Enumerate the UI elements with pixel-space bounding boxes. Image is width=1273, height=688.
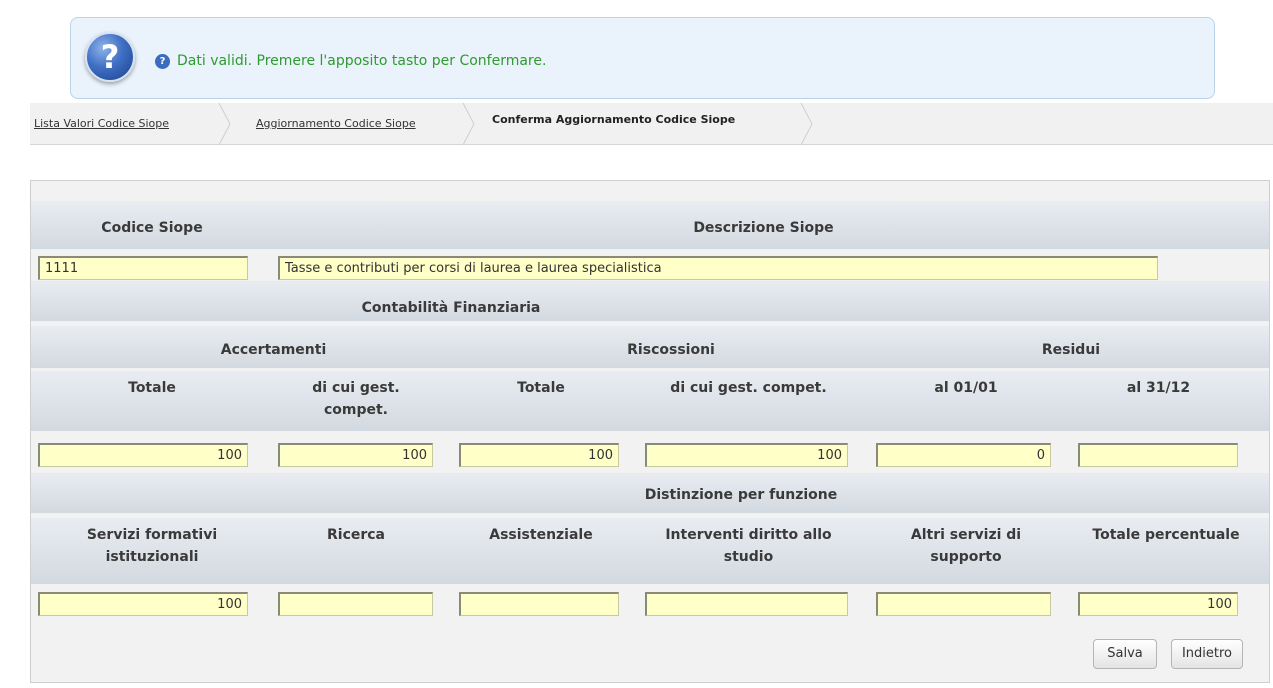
- header-row-groups: Accertamenti Riscossioni Residui: [31, 326, 1269, 368]
- ricerca-input[interactable]: [278, 592, 433, 616]
- riscossioni-totale-input[interactable]: [459, 443, 619, 467]
- header-row-cols2: Servizi formativi istituzionali Ricerca …: [31, 518, 1269, 584]
- header-row-contabilita: Contabilità Finanziaria: [31, 281, 1269, 321]
- col-residui-3112: al 31/12: [1126, 380, 1191, 396]
- riscossioni-label: Riscossioni: [627, 342, 715, 358]
- descrizione-siope-label: Descrizione Siope: [693, 220, 834, 236]
- totale-percentuale-input[interactable]: [1078, 592, 1238, 616]
- col-totale-percentuale: Totale percentuale: [1092, 527, 1240, 543]
- accertamenti-label: Accertamenti: [220, 342, 327, 358]
- residui-3112-input[interactable]: [1078, 443, 1238, 467]
- message-box: ? ? Dati validi. Premere l'apposito tast…: [70, 17, 1215, 99]
- info-question-icon: ?: [155, 54, 170, 69]
- distinzione-funzione-label: Distinzione per funzione: [644, 487, 838, 503]
- descrizione-siope-input[interactable]: [278, 256, 1158, 280]
- breadcrumb-item-aggiornamento[interactable]: Aggiornamento Codice Siope: [256, 103, 416, 145]
- riscossioni-compet-input[interactable]: [645, 443, 848, 467]
- breadcrumb-separator: [800, 103, 813, 145]
- col-assistenziale: Assistenziale: [489, 527, 593, 543]
- col-interventi-diritto-studio: Interventi diritto allo studio: [665, 527, 832, 565]
- col-altri-servizi: Altri servizi di supporto: [910, 527, 1022, 565]
- breadcrumb-separator: [218, 103, 231, 145]
- col-gest-compet-riscossioni: di cui gest. compet.: [670, 380, 827, 396]
- message-text: Dati validi. Premere l'apposito tasto pe…: [177, 53, 547, 69]
- residui-label: Residui: [1041, 342, 1101, 358]
- breadcrumb: Lista Valori Codice Siope Aggiornamento …: [30, 103, 1273, 145]
- breadcrumb-link-lista[interactable]: Lista Valori Codice Siope: [34, 117, 169, 130]
- servizi-formativi-input[interactable]: [38, 592, 248, 616]
- back-button[interactable]: Indietro: [1171, 639, 1243, 669]
- interventi-diritto-studio-input[interactable]: [645, 592, 848, 616]
- assistenziale-input[interactable]: [459, 592, 619, 616]
- header-row-cols1: Totale di cui gest. compet. Totale di cu…: [31, 371, 1269, 431]
- question-circle-icon: ?: [85, 32, 135, 82]
- altri-servizi-input[interactable]: [876, 592, 1051, 616]
- contabilita-finanziaria-label: Contabilità Finanziaria: [361, 300, 541, 316]
- breadcrumb-link-aggiornamento[interactable]: Aggiornamento Codice Siope: [256, 117, 416, 130]
- accertamenti-compet-input[interactable]: [278, 443, 433, 467]
- col-totale-riscossioni: Totale: [517, 380, 565, 396]
- header-row-distinzione: Distinzione per funzione: [31, 473, 1269, 513]
- col-residui-0101: al 01/01: [934, 380, 998, 396]
- breadcrumb-item-lista[interactable]: Lista Valori Codice Siope: [34, 103, 169, 145]
- save-button[interactable]: Salva: [1093, 639, 1157, 669]
- col-totale-accertamenti: Totale: [128, 380, 176, 396]
- codice-siope-input[interactable]: [38, 256, 248, 280]
- breadcrumb-separator: [462, 103, 475, 145]
- accertamenti-totale-input[interactable]: [38, 443, 248, 467]
- header-row-codice: Codice Siope Descrizione Siope: [31, 201, 1269, 249]
- siope-form-panel: Codice Siope Descrizione Siope Contabili…: [30, 180, 1270, 683]
- col-gest-compet-accertamenti: di cui gest. compet.: [312, 380, 400, 418]
- col-servizi-formativi: Servizi formativi istituzionali: [86, 527, 218, 565]
- col-ricerca: Ricerca: [326, 527, 386, 543]
- codice-siope-label: Codice Siope: [101, 220, 203, 236]
- breadcrumb-item-conferma: Conferma Aggiornamento Codice Siope: [492, 113, 736, 126]
- residui-0101-input[interactable]: [876, 443, 1051, 467]
